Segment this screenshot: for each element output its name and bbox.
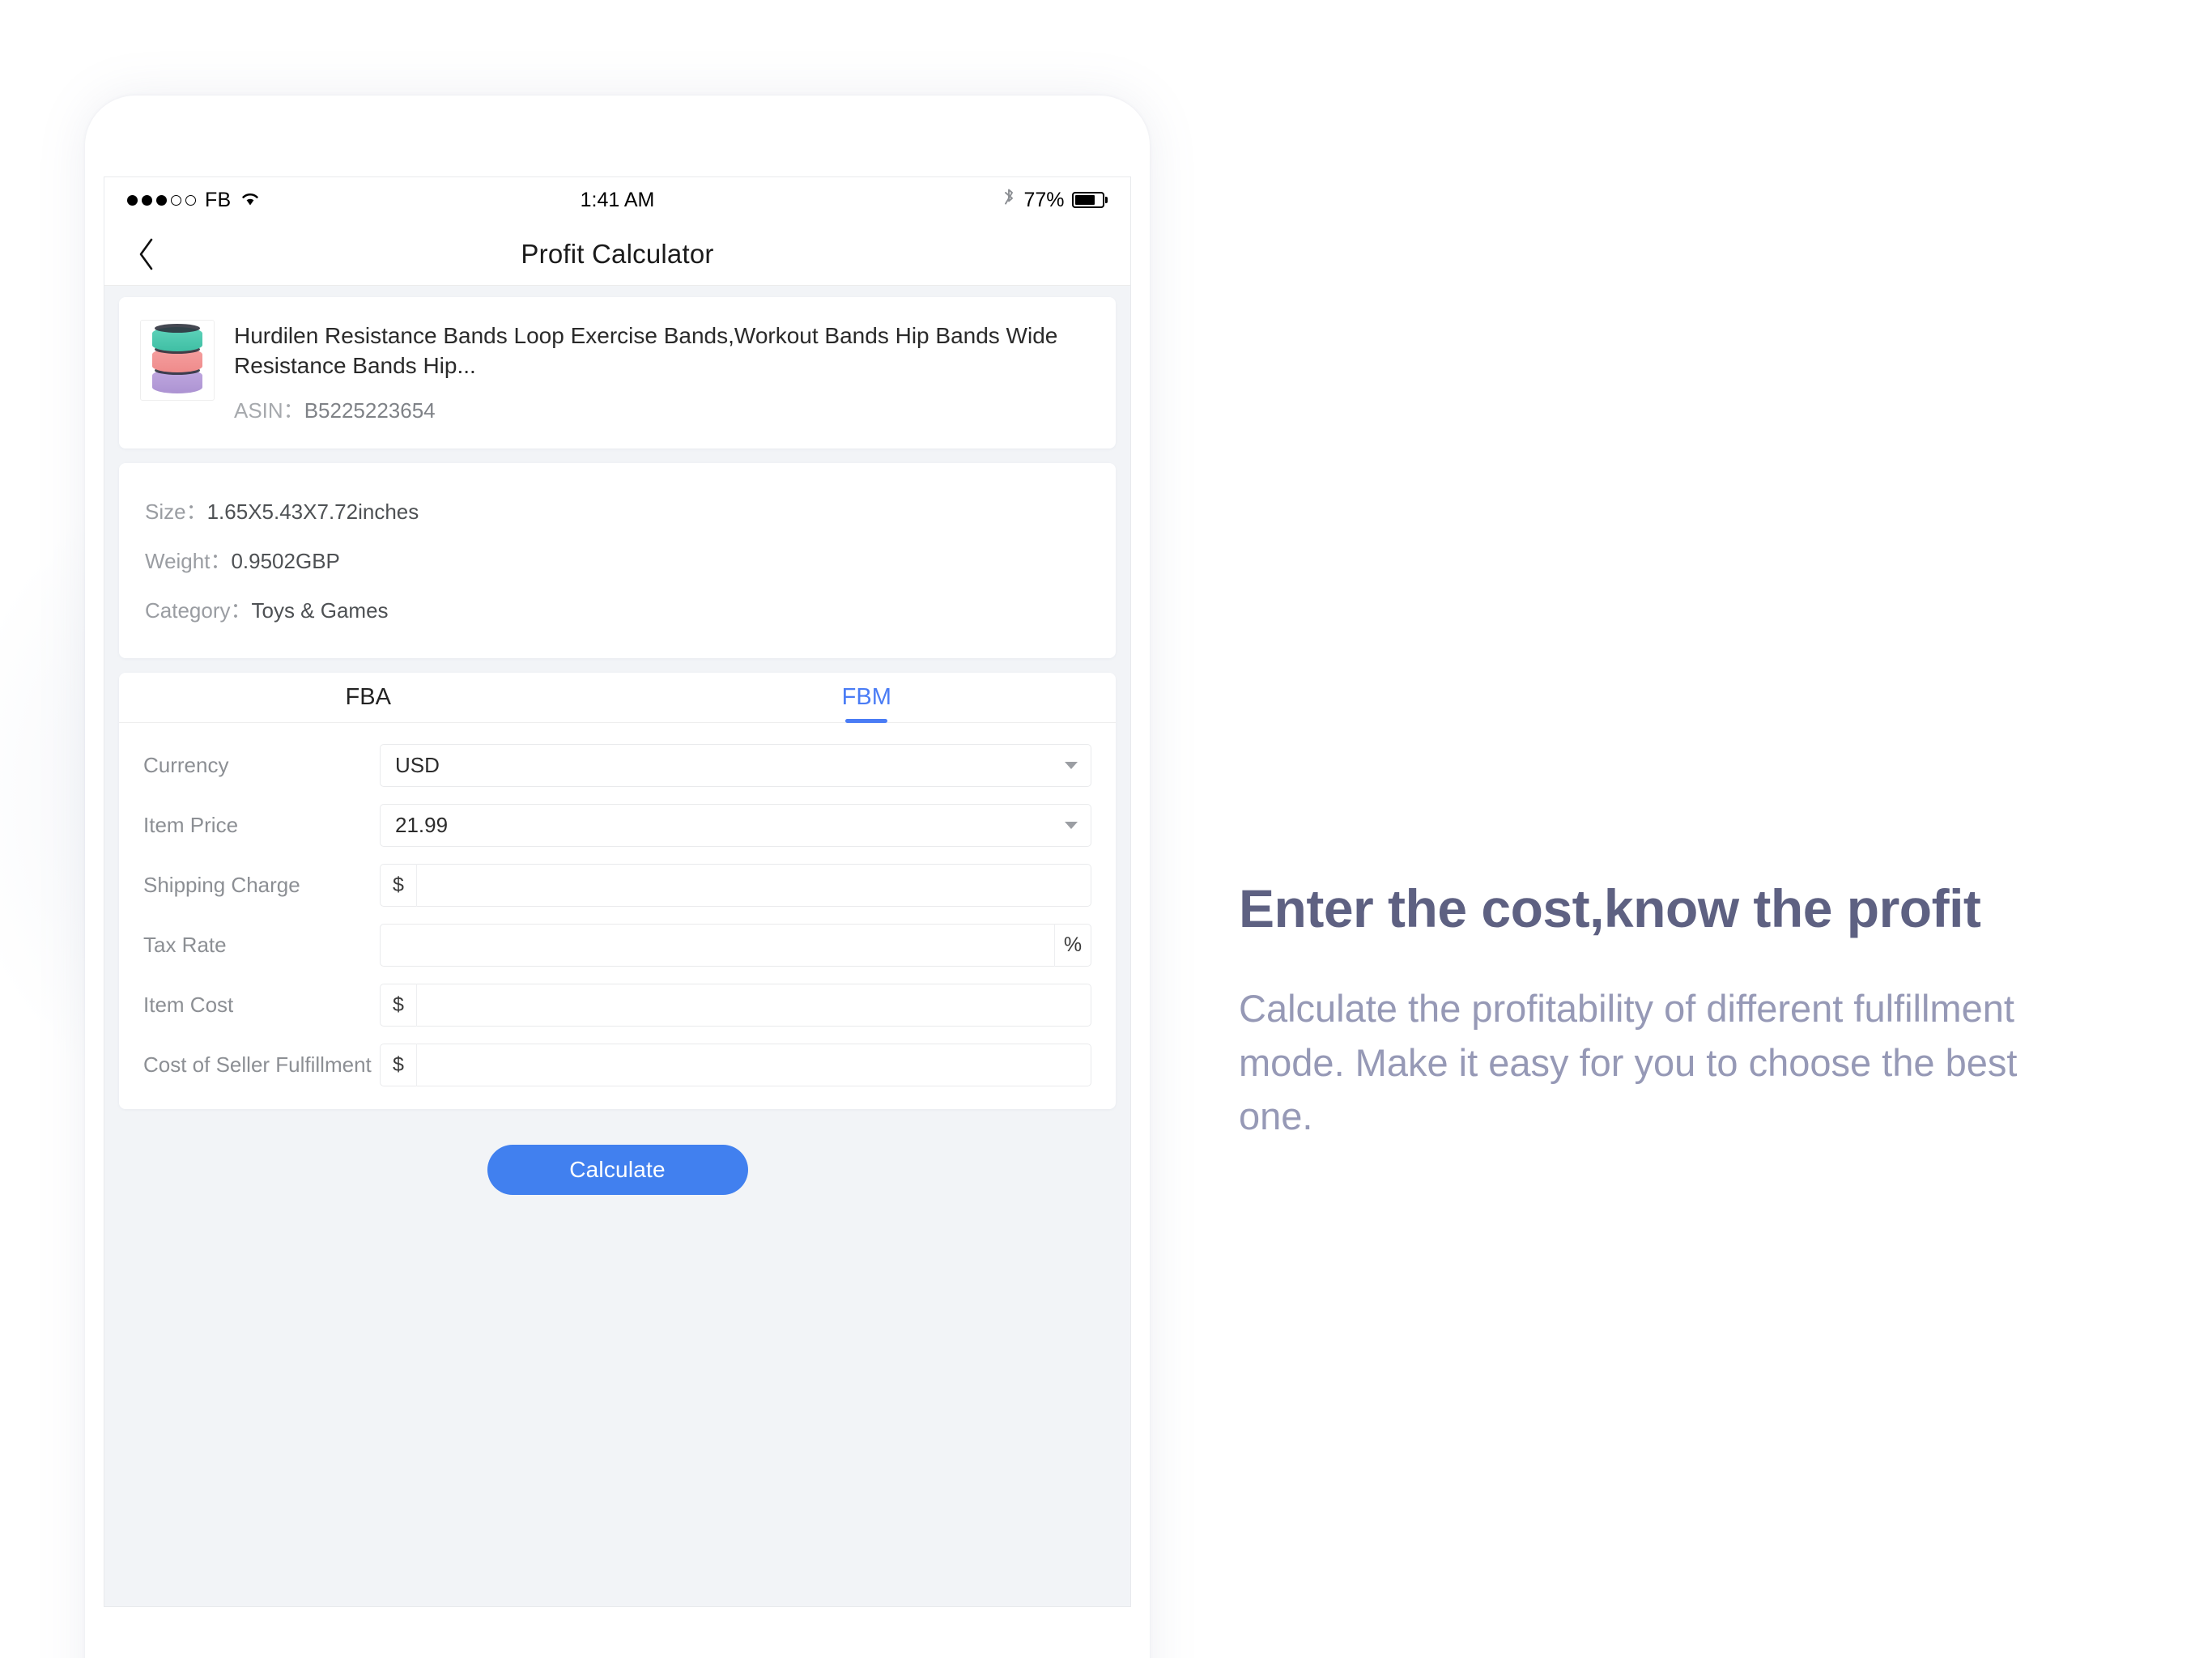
tax-rate-label: Tax Rate (143, 932, 227, 957)
weight-value: 0.9502GBP (231, 548, 340, 573)
calculate-button-wrap: Calculate (119, 1109, 1116, 1195)
currency-select[interactable]: USD (380, 743, 1091, 787)
percent-suffix-icon: % (1055, 923, 1091, 967)
page-root: FB 1:41 AM 77% Profit Calculator Hurdile… (0, 0, 2212, 1658)
form-row-shipping-charge: Shipping Charge $ (143, 863, 1091, 907)
cost-of-seller-fulfillment-input-group: $ (380, 1043, 1091, 1086)
form-row-item-price: Item Price 21.99 (143, 803, 1091, 847)
spec-row-weight: Weight：0.9502GBP (145, 535, 1090, 585)
cost-of-seller-fulfillment-input[interactable] (416, 1043, 1091, 1086)
item-cost-input[interactable] (416, 983, 1091, 1027)
chevron-down-icon (1065, 821, 1078, 829)
band-teal (152, 324, 202, 351)
spec-row-category: Category：Toys & Games (145, 585, 1090, 634)
tab-fbm[interactable]: FBM (618, 673, 1117, 722)
product-info: Hurdilen Resistance Bands Loop Exercise … (234, 320, 1095, 424)
item-price-value: 21.99 (395, 812, 449, 837)
promo-section: Enter the cost,know the profit Calculate… (1239, 878, 2146, 1144)
phone-screen: FB 1:41 AM 77% Profit Calculator Hurdile… (104, 176, 1131, 1607)
shipping-charge-input-group: $ (380, 863, 1091, 907)
currency-value: USD (395, 752, 440, 777)
shipping-charge-label: Shipping Charge (143, 872, 300, 897)
tab-fba[interactable]: FBA (119, 673, 618, 722)
product-thumbnail[interactable] (140, 320, 215, 401)
status-bar-time: 1:41 AM (580, 188, 655, 211)
back-button[interactable] (124, 232, 169, 277)
item-price-label: Item Price (143, 812, 239, 837)
navigation-bar: Profit Calculator (104, 223, 1130, 286)
currency-label: Currency (143, 752, 229, 777)
promo-headline: Enter the cost,know the profit (1239, 878, 1981, 938)
dollar-prefix-icon: $ (380, 863, 416, 907)
status-bar-right: 77% (1002, 187, 1108, 214)
fulfillment-tabs: FBA FBM (119, 673, 1116, 723)
product-card: Hurdilen Resistance Bands Loop Exercise … (119, 297, 1116, 449)
fulfillment-card: FBA FBM Currency USD Item Price 21.99 Sh… (119, 672, 1116, 1109)
dollar-prefix-icon: $ (380, 1043, 416, 1086)
category-value: Toys & Games (251, 597, 389, 623)
asin-label: ASIN： (234, 397, 304, 423)
item-cost-input-group: $ (380, 983, 1091, 1027)
item-cost-label: Item Cost (143, 992, 234, 1017)
status-bar: FB 1:41 AM 77% (104, 177, 1130, 223)
category-label: Category： (145, 597, 252, 623)
resistance-bands-image (147, 324, 207, 395)
form-row-cost-of-seller-fulfillment: Cost of Seller Fulfillment $ (143, 1043, 1091, 1086)
calculate-button[interactable]: Calculate (487, 1144, 748, 1195)
asin-value: B5225223654 (304, 397, 436, 423)
cost-of-seller-fulfillment-label: Cost of Seller Fulfillment (143, 1052, 372, 1077)
chevron-left-icon (139, 238, 153, 270)
promo-body: Calculate the profitability of different… (1239, 986, 2018, 1138)
band-pink (152, 345, 202, 372)
dollar-prefix-icon: $ (380, 983, 416, 1027)
item-price-select[interactable]: 21.99 (380, 803, 1091, 847)
size-label: Size： (145, 499, 207, 524)
spec-row-size: Size：1.65X5.43X7.72inches (145, 486, 1090, 535)
product-specs-card: Size：1.65X5.43X7.72inches Weight：0.9502G… (119, 462, 1116, 658)
band-purple (152, 366, 202, 393)
shipping-charge-input[interactable] (416, 863, 1091, 907)
tax-rate-input[interactable] (380, 923, 1055, 967)
size-value: 1.65X5.43X7.72inches (206, 499, 419, 524)
calculator-form: Currency USD Item Price 21.99 Shipping C… (119, 723, 1116, 1109)
tax-rate-input-group: % (380, 923, 1091, 967)
form-row-item-cost: Item Cost $ (143, 983, 1091, 1027)
phone-device-frame: FB 1:41 AM 77% Profit Calculator Hurdile… (85, 96, 1150, 1658)
product-title: Hurdilen Resistance Bands Loop Exercise … (234, 323, 1058, 378)
chevron-down-icon (1065, 761, 1078, 769)
page-title: Profit Calculator (521, 238, 714, 269)
bluetooth-icon (1002, 187, 1016, 214)
battery-percent-label: 77% (1023, 188, 1065, 211)
form-row-currency: Currency USD (143, 743, 1091, 787)
form-row-tax-rate: Tax Rate % (143, 923, 1091, 967)
battery-icon (1071, 192, 1108, 208)
screen-content: Hurdilen Resistance Bands Loop Exercise … (104, 286, 1130, 1195)
asin-row: ASIN：B5225223654 (234, 394, 1095, 424)
weight-label: Weight： (145, 548, 232, 573)
